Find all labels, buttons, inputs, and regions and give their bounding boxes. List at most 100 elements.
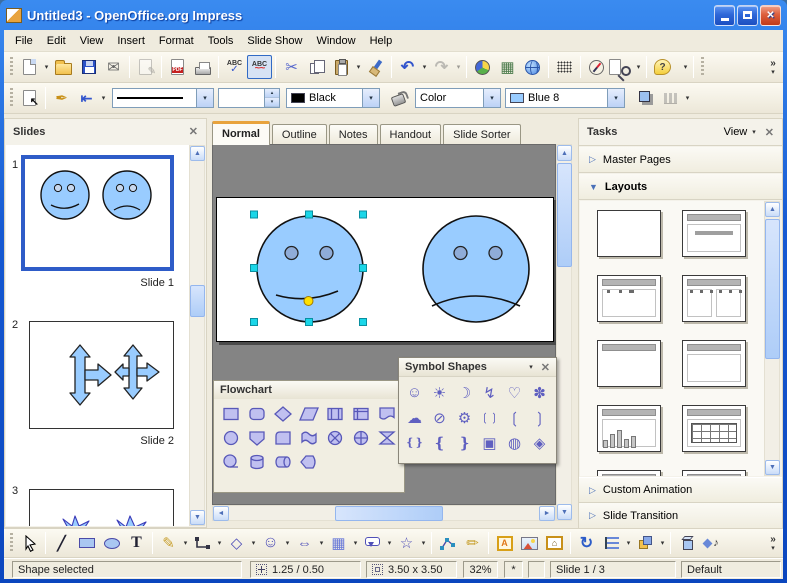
flowchart-summing-junction[interactable]	[322, 426, 348, 450]
slide-thumbnail-3[interactable]	[29, 489, 174, 526]
menu-file[interactable]: File	[8, 32, 40, 50]
layout-title-text[interactable]	[597, 275, 661, 322]
status-zoom[interactable]: 32%	[463, 561, 498, 578]
canvas-vscrollbar[interactable]: ▲ ▼	[556, 144, 572, 521]
copy-button[interactable]	[304, 55, 329, 79]
connector-tool[interactable]	[190, 531, 215, 555]
flowchart-display[interactable]	[296, 450, 322, 474]
slide-canvas[interactable]	[216, 197, 554, 342]
arrange-dropdown[interactable]: ▾	[658, 531, 667, 555]
rectangle-tool[interactable]	[74, 531, 99, 555]
alignment-dropdown[interactable]: ▾	[624, 531, 633, 555]
fill-color-combobox[interactable]: Blue 8 ▾	[505, 88, 625, 108]
section-layouts[interactable]: ▼ Layouts	[579, 174, 782, 200]
tab-slide-sorter[interactable]: Slide Sorter	[443, 124, 520, 145]
menu-view[interactable]: View	[73, 32, 111, 50]
left-bracket-icon[interactable]: ❲	[502, 405, 527, 430]
puzzle-icon[interactable]: ⚙	[452, 405, 477, 430]
diamond-bevel-icon[interactable]: ◈	[527, 430, 552, 455]
stars-dropdown[interactable]: ▾	[419, 531, 428, 555]
text-tool[interactable]: T	[124, 531, 149, 555]
basic-shapes-dropdown[interactable]: ▾	[249, 531, 258, 555]
line-width-spinner[interactable]: ▴ ▾	[218, 88, 280, 108]
slides-panel-close-icon[interactable]: ✕	[189, 125, 198, 138]
layouts-scrollbar[interactable]: ▲ ▼	[764, 201, 780, 476]
navigator-button[interactable]	[584, 55, 609, 79]
symbol-shapes-close-icon[interactable]: ✕	[541, 361, 550, 374]
save-button[interactable]	[76, 55, 101, 79]
line-color-combobox[interactable]: Black ▾	[286, 88, 380, 108]
shadow-button[interactable]	[633, 86, 658, 110]
flowchart-or[interactable]	[348, 426, 374, 450]
tab-notes[interactable]: Notes	[329, 124, 378, 145]
tasks-view-dropdown[interactable]: ▾	[752, 120, 756, 144]
rotate-button[interactable]: ↻	[574, 531, 599, 555]
menu-format[interactable]: Format	[152, 32, 201, 50]
help-button[interactable]: ?	[650, 55, 675, 79]
toolbar-grip[interactable]	[10, 88, 13, 108]
scroll-up-button[interactable]: ▲	[557, 145, 572, 161]
spin-up-button[interactable]: ▴	[265, 89, 279, 98]
insert-table-button[interactable]: ▦	[495, 55, 520, 79]
arrowheads-button[interactable]: ⇤	[74, 86, 99, 110]
flowchart-internal-storage[interactable]	[348, 402, 374, 426]
flowchart-process[interactable]	[218, 402, 244, 426]
toolbar-overflow-chevron[interactable]: »	[770, 59, 776, 69]
insert-chart-button[interactable]	[470, 55, 495, 79]
layout-title-table[interactable]	[682, 405, 746, 452]
interaction-button[interactable]: ♪	[699, 531, 724, 555]
smiley-face-icon[interactable]: ☺	[402, 380, 427, 405]
flowchart-alternate-process[interactable]	[244, 402, 270, 426]
block-arrows-dropdown[interactable]: ▾	[317, 531, 326, 555]
canvas-hscrollbar[interactable]: ◄ ►	[212, 505, 556, 521]
ellipse-tool[interactable]	[99, 531, 124, 555]
symbol-shapes-dropdown[interactable]: ▾	[529, 355, 533, 379]
undo-button[interactable]: ↶	[395, 55, 420, 79]
scroll-right-button[interactable]: ►	[539, 506, 555, 521]
symbol-shapes-dropdown[interactable]: ▾	[283, 531, 292, 555]
toolbar-overflow-chevron[interactable]: »	[770, 535, 776, 545]
layout-partial[interactable]	[682, 470, 746, 476]
cut-button[interactable]: ✂	[279, 55, 304, 79]
connector-dropdown[interactable]: ▾	[215, 531, 224, 555]
flowchart-punched-tape[interactable]	[296, 426, 322, 450]
scroll-thumb[interactable]	[557, 163, 572, 267]
slides-scrollbar[interactable]: ▲ ▼	[189, 145, 205, 526]
menu-help[interactable]: Help	[363, 32, 400, 50]
flower-icon[interactable]: ✽	[527, 380, 552, 405]
flowchart-decision[interactable]	[270, 402, 296, 426]
tasks-view-button[interactable]: View	[724, 126, 748, 138]
stars-tool[interactable]: ☆	[394, 531, 419, 555]
symbol-shapes-header[interactable]: Symbol Shapes ▾ ✕	[399, 358, 556, 377]
scroll-left-button[interactable]: ◄	[213, 506, 229, 521]
flowchart-magnetic-disk[interactable]	[244, 450, 270, 474]
menu-tools[interactable]: Tools	[201, 32, 241, 50]
arrange-button[interactable]	[633, 531, 658, 555]
flowchart-card[interactable]	[270, 426, 296, 450]
select-tool[interactable]	[17, 531, 42, 555]
scroll-thumb[interactable]	[190, 285, 205, 317]
scroll-down-button[interactable]: ▼	[190, 510, 205, 525]
toolbar-overflow-dropdown[interactable]: ▾	[771, 545, 775, 552]
toolbar-overflow-dropdown[interactable]: ▾	[683, 86, 692, 110]
flowchart-collate[interactable]	[374, 426, 400, 450]
print-button[interactable]	[190, 55, 215, 79]
menu-edit[interactable]: Edit	[40, 32, 73, 50]
left-brace-icon[interactable]: ❴	[427, 430, 452, 455]
insert-picture-button[interactable]	[517, 531, 542, 555]
callouts-dropdown[interactable]: ▾	[385, 531, 394, 555]
paste-button[interactable]	[329, 55, 354, 79]
symbol-shapes-tool[interactable]: ☺	[258, 531, 283, 555]
menu-slideshow[interactable]: Slide Show	[240, 32, 309, 50]
new-button[interactable]	[17, 55, 42, 79]
new-dropdown[interactable]: ▾	[42, 55, 51, 79]
menu-window[interactable]: Window	[309, 32, 362, 50]
zoom-dropdown[interactable]: ▾	[634, 55, 643, 79]
format-paintbrush-button[interactable]	[363, 55, 388, 79]
app-icon[interactable]	[6, 8, 22, 23]
fill-color-dropdown[interactable]: ▾	[607, 89, 624, 107]
status-style[interactable]: Default	[681, 561, 781, 578]
line-color-dropdown[interactable]: ▾	[362, 89, 379, 107]
double-bracket-icon[interactable]: ❲❳	[477, 405, 502, 430]
flowchart-off-page-connector[interactable]	[244, 426, 270, 450]
